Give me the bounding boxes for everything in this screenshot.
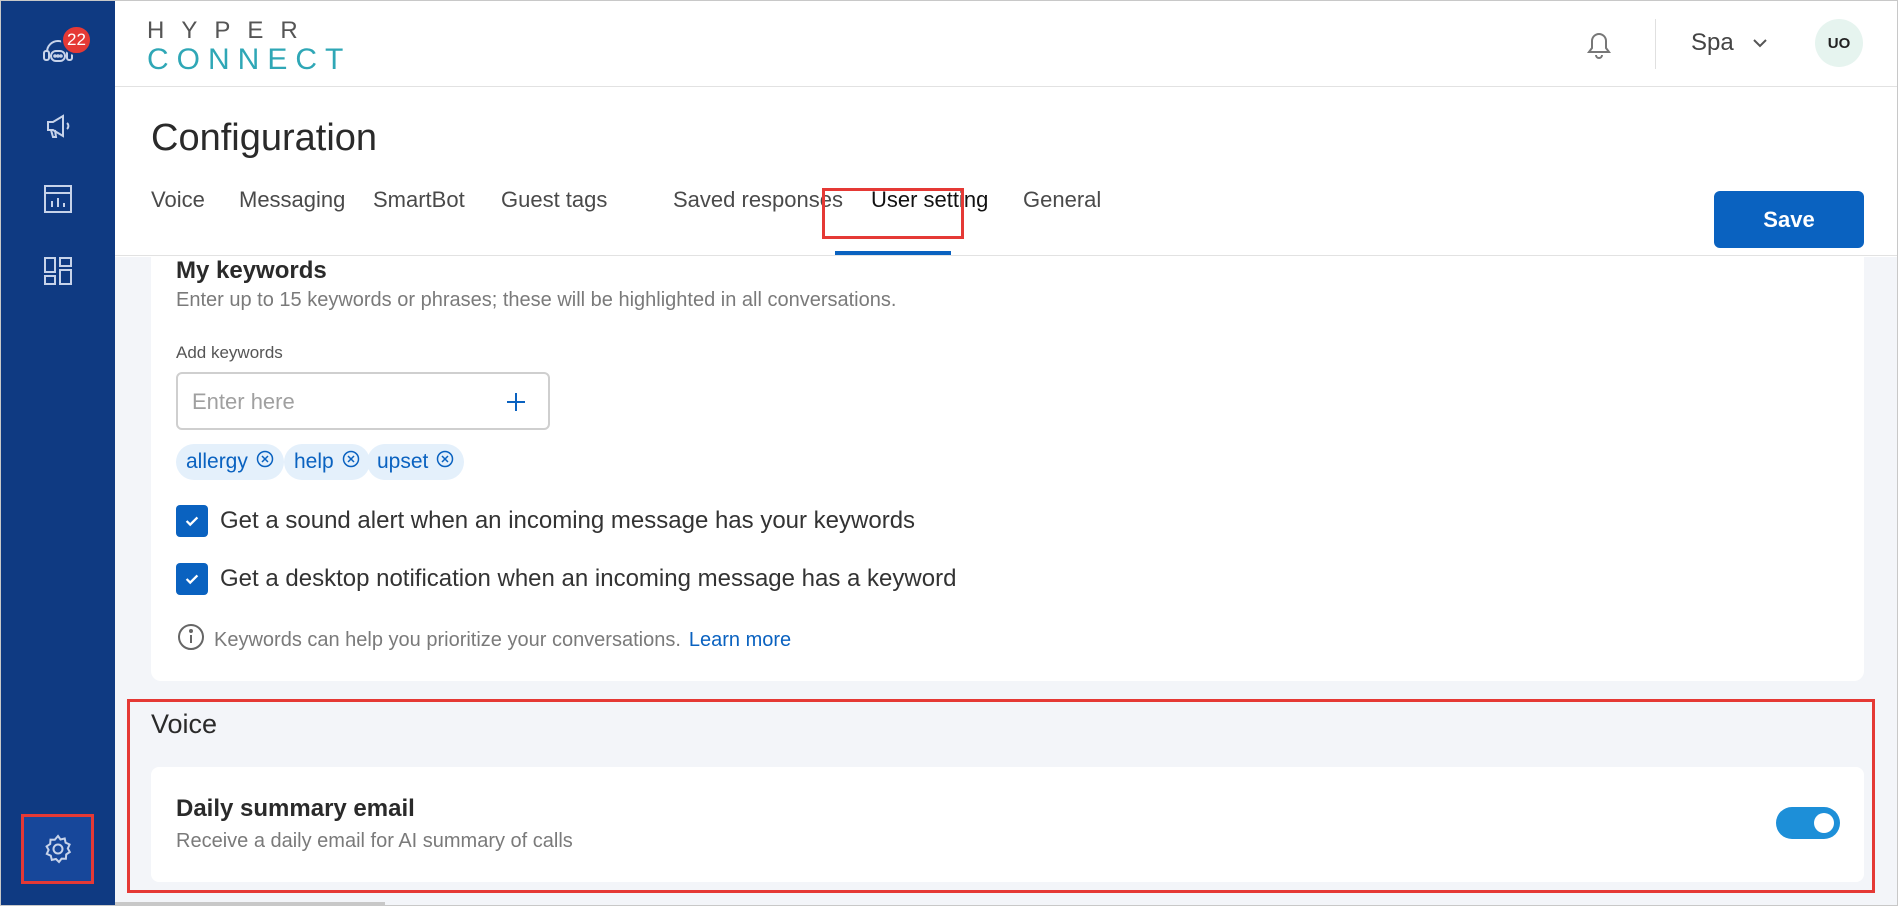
keywords-description: Enter up to 15 keywords or phrases; thes… <box>176 289 897 311</box>
tab-general[interactable]: General <box>1023 187 1101 213</box>
logo-bottom-text: CONNECT <box>147 43 352 76</box>
language-selector[interactable]: Spa <box>1691 29 1734 57</box>
chevron-down-icon[interactable] <box>1751 34 1769 52</box>
active-tab-underline <box>835 251 951 255</box>
desktop-notification-label: Get a desktop notification when an incom… <box>220 565 957 592</box>
main-content: My keywords Enter up to 15 keywords or p… <box>115 257 1897 905</box>
sidebar: 22 <box>1 1 115 905</box>
sound-alert-label: Get a sound alert when an incoming messa… <box>220 507 916 534</box>
keywords-title: My keywords <box>176 257 327 284</box>
keywords-card: My keywords Enter up to 15 keywords or p… <box>151 257 1864 681</box>
dashboard-grid-icon <box>40 253 76 294</box>
remove-chip-icon[interactable] <box>342 450 360 474</box>
sidebar-item-dashboard[interactable] <box>23 238 93 308</box>
settings-button[interactable] <box>23 816 93 886</box>
info-text: Keywords can help you prioritize your co… <box>214 628 681 651</box>
daily-summary-title: Daily summary email <box>176 795 415 822</box>
add-keywords-label: Add keywords <box>176 343 283 362</box>
voice-section-title: Voice <box>151 709 218 739</box>
active-tab-highlight <box>822 188 964 239</box>
tab-messaging[interactable]: Messaging <box>239 187 345 213</box>
megaphone-icon <box>40 108 76 149</box>
sound-alert-checkbox[interactable] <box>176 505 208 537</box>
header-divider <box>1655 19 1656 69</box>
info-icon <box>176 622 206 658</box>
app-window: 22 HYPER CONNECT Spa UO Configuration Vo… <box>0 0 1898 906</box>
keyword-input-box <box>176 372 550 430</box>
notification-badge: 22 <box>61 25 92 55</box>
keyword-chip: upset <box>367 444 465 480</box>
desktop-notification-option: Get a desktop notification when an incom… <box>176 561 956 597</box>
keyword-chip: help <box>284 444 370 480</box>
sidebar-item-analytics[interactable] <box>23 166 93 236</box>
learn-more-link[interactable]: Learn more <box>689 629 791 652</box>
avatar[interactable]: UO <box>1815 19 1863 67</box>
bell-icon[interactable] <box>1583 27 1615 61</box>
sound-alert-option: Get a sound alert when an incoming messa… <box>176 503 915 539</box>
keyword-chip: allergy <box>176 444 284 480</box>
remove-chip-icon[interactable] <box>436 450 454 474</box>
tab-voice[interactable]: Voice <box>151 187 205 213</box>
desktop-notification-checkbox[interactable] <box>176 563 208 595</box>
analytics-icon <box>40 181 76 222</box>
remove-chip-icon[interactable] <box>256 450 274 474</box>
sidebar-item-settings[interactable] <box>21 814 94 884</box>
page-header: Configuration Voice Messaging SmartBot G… <box>115 87 1897 256</box>
keyword-chip-label: allergy <box>186 450 248 473</box>
tab-smartbot[interactable]: SmartBot <box>373 187 465 213</box>
add-keyword-plus-icon[interactable] <box>504 390 528 414</box>
horizontal-scrollbar[interactable] <box>115 902 385 905</box>
daily-summary-card: Daily summary email Receive a daily emai… <box>151 767 1864 882</box>
gear-icon <box>40 831 76 872</box>
page-title: Configuration <box>151 117 378 159</box>
keyword-input[interactable] <box>192 386 472 418</box>
keyword-chip-label: help <box>294 450 334 473</box>
keywords-info: Keywords can help you prioritize your co… <box>176 622 791 658</box>
sidebar-item-campaigns[interactable] <box>23 93 93 163</box>
top-bar: HYPER CONNECT Spa UO <box>115 1 1897 87</box>
tab-guest-tags[interactable]: Guest tags <box>501 187 607 213</box>
tab-saved-responses[interactable]: Saved responses <box>673 187 843 213</box>
keyword-chip-label: upset <box>377 450 429 473</box>
save-button[interactable]: Save <box>1714 191 1864 248</box>
daily-summary-toggle[interactable] <box>1776 807 1840 839</box>
daily-summary-description: Receive a daily email for AI summary of … <box>176 830 573 852</box>
logo-top-text: HYPER <box>147 17 315 44</box>
toggle-knob <box>1814 813 1834 833</box>
